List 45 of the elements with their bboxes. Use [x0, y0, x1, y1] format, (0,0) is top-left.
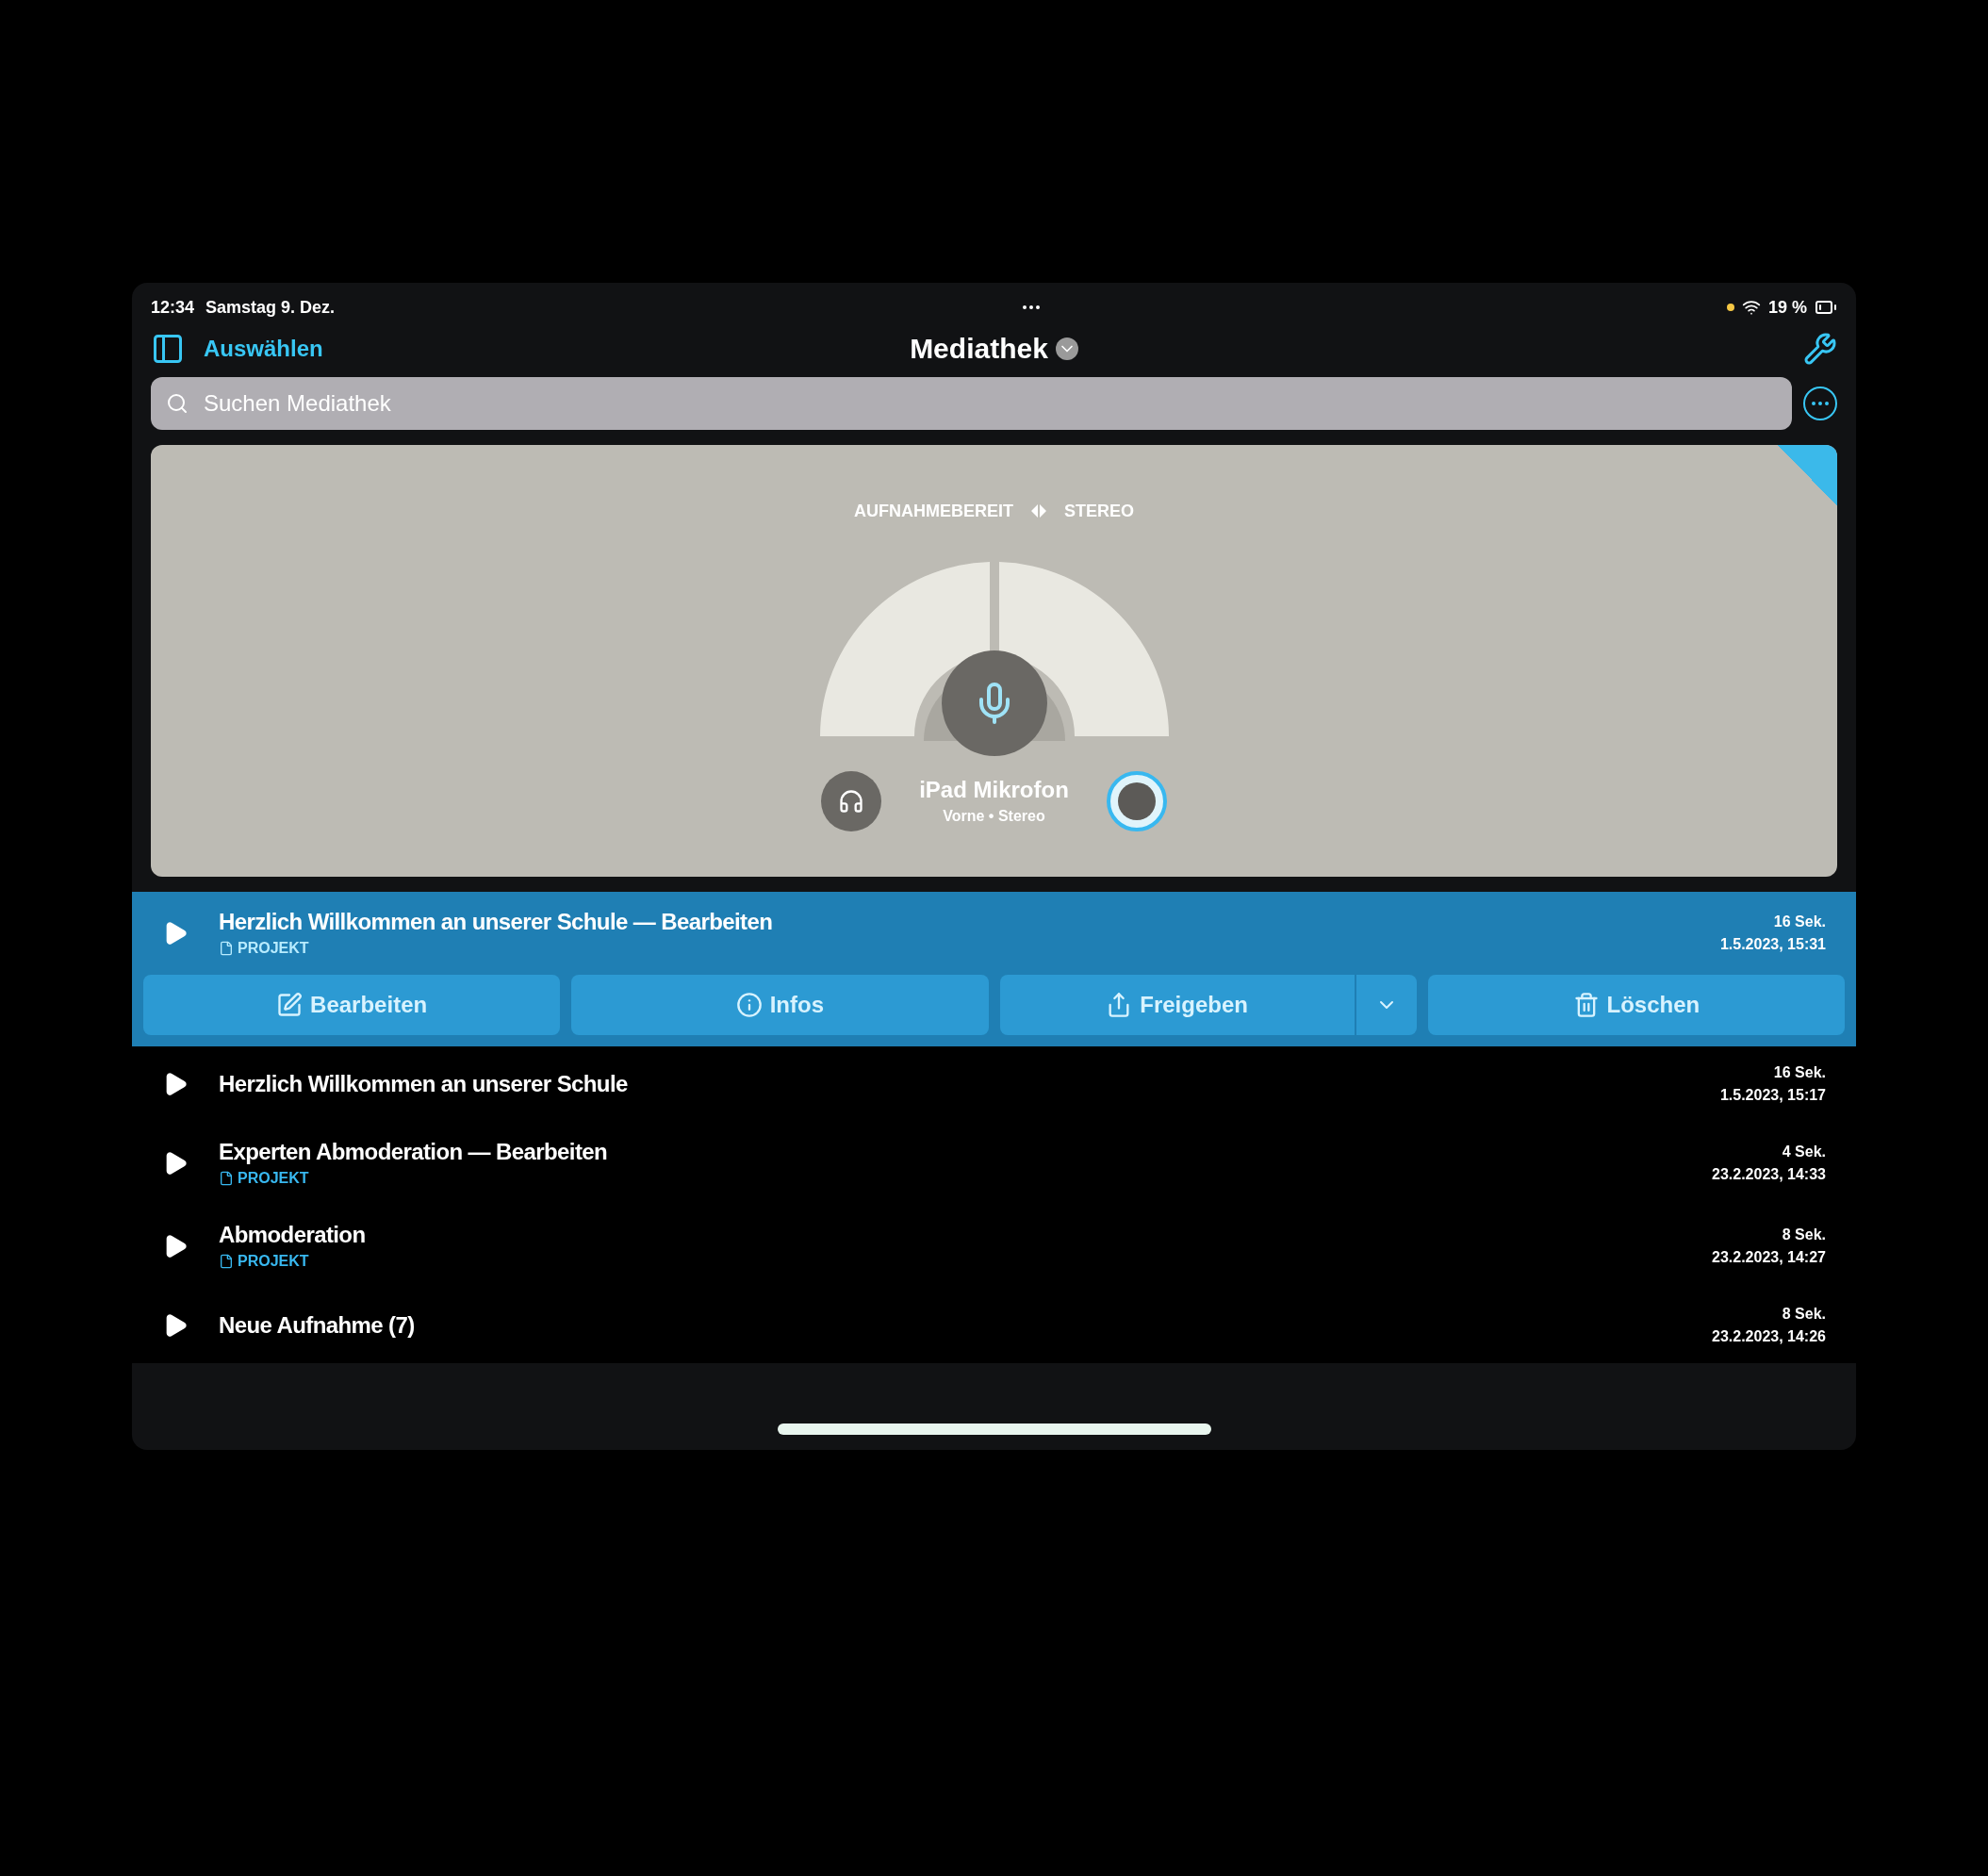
recording-date: 23.2.2023, 14:27 [1712, 1248, 1826, 1267]
recording-date: 1.5.2023, 15:31 [1719, 935, 1826, 954]
recording-duration: 8 Sek. [1782, 1305, 1826, 1324]
battery-percentage: 19 % [1767, 297, 1807, 319]
trash-icon [1572, 992, 1600, 1018]
recording-row[interactable]: Neue Aufnahme (7) 8 Sek. 23.2.2023, 14:26 [132, 1288, 1856, 1363]
more-icon[interactable] [1803, 387, 1837, 420]
input-device-name: iPad Mikrofon [919, 776, 1069, 804]
recorder-status: AUFNAHMEBEREIT [854, 501, 1013, 522]
recording-duration: 16 Sek. [1773, 913, 1826, 931]
library-title: Mediathek [910, 332, 1048, 366]
recording-duration: 8 Sek. [1782, 1226, 1826, 1244]
recording-title: Herzlich Willkommen an unserer Schule — Bearbeiten [219, 908, 774, 936]
project-tag: PROJEKT [219, 1167, 1682, 1190]
recording-row[interactable]: Abmoderation PROJEKT 8 Sek. 23.2.2023, 14:27 [132, 1205, 1856, 1288]
sidebar-icon[interactable] [151, 332, 185, 366]
settings-icon[interactable] [1803, 332, 1837, 366]
status-date: Samstag 9. Dez. [205, 297, 336, 319]
recording-title: Herzlich Willkommen an unserer Schule [219, 1070, 629, 1098]
status-time: 12:34 [151, 297, 195, 319]
recording-date: 23.2.2023, 14:26 [1712, 1327, 1826, 1346]
document-icon [219, 1254, 234, 1269]
info-icon [735, 992, 763, 1018]
document-icon [219, 1171, 234, 1186]
recording-date: 23.2.2023, 14:33 [1712, 1165, 1826, 1184]
document-icon [219, 941, 234, 956]
project-tag: PROJEKT [219, 1250, 1682, 1273]
recording-title: Experten Abmoderation — Bearbeiten [219, 1138, 609, 1166]
recording-row[interactable]: Experten Abmoderation — Bearbeiten PROJEKT 4 Sek. 23.2.2023, 14:33 [132, 1122, 1856, 1205]
headphones-icon [838, 788, 865, 815]
recording-title: Abmoderation [219, 1221, 367, 1249]
search-icon [166, 392, 189, 415]
select-button[interactable]: Auswählen [204, 334, 323, 364]
wifi-icon [1741, 298, 1761, 317]
recording-duration: 16 Sek. [1773, 1063, 1826, 1082]
project-tag: PROJEKT [219, 937, 1690, 960]
search-field[interactable]: Suchen Mediathek [151, 377, 1792, 430]
recording-duration: 4 Sek. [1782, 1143, 1826, 1161]
recording-date: 1.5.2023, 15:17 [1719, 1086, 1826, 1105]
input-device-detail: Vorne • Stereo [943, 807, 1045, 826]
recorder-mode: STEREO [1064, 501, 1134, 522]
edit-icon [276, 992, 304, 1018]
recording-row[interactable]: Herzlich Willkommen an unserer Schule 16 Sek. 1.5.2023, 15:17 [132, 1046, 1856, 1122]
chevron-down-icon[interactable] [1055, 337, 1078, 360]
recording-title: Neue Aufnahme (7) [219, 1311, 416, 1340]
